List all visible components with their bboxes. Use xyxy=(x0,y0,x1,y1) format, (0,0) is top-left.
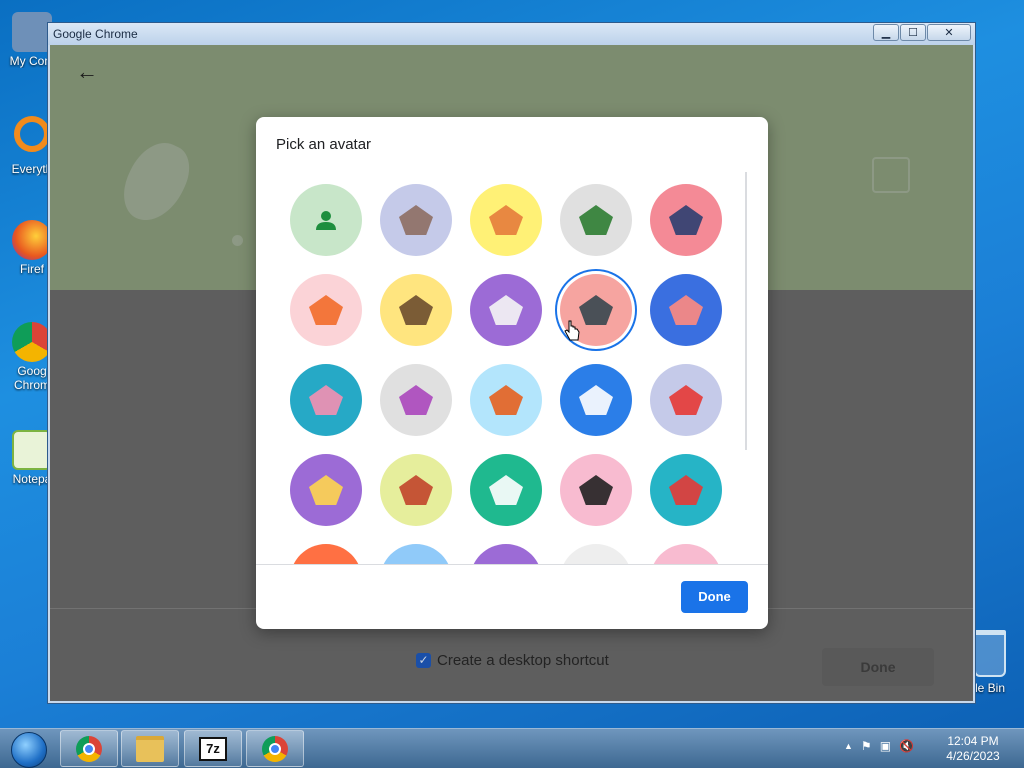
start-button[interactable] xyxy=(4,730,52,768)
origami-rabbit-icon xyxy=(309,385,343,415)
background-done-button: Done xyxy=(822,648,934,686)
dialog-scrollbar[interactable] xyxy=(745,172,747,450)
desktop-shortcut-option[interactable]: ✓ Create a desktop shortcut xyxy=(416,652,609,669)
avatar-origami-corgi[interactable] xyxy=(470,184,542,256)
back-arrow-icon[interactable]: ← xyxy=(76,59,98,85)
avatar-bird[interactable] xyxy=(650,364,722,436)
avatar-sushi[interactable] xyxy=(650,454,722,526)
avatar-origami-panda[interactable] xyxy=(470,274,542,346)
origami-dragon-icon xyxy=(579,205,613,235)
checkbox[interactable]: ✓ xyxy=(416,653,431,668)
window-title: Google Chrome xyxy=(53,27,138,41)
avatar-basketball[interactable] xyxy=(470,364,542,436)
system-tray: ▲ ⚑ ▣ 🔇 xyxy=(844,739,914,753)
dialog-divider xyxy=(256,564,768,565)
avatar-origami-monkey[interactable] xyxy=(380,274,452,346)
notepad-icon xyxy=(12,430,52,470)
avatar-partial-3[interactable] xyxy=(470,544,542,564)
avatar-origami-cat[interactable] xyxy=(380,184,452,256)
ramen-icon xyxy=(489,475,523,505)
close-button[interactable]: ✕ xyxy=(927,24,971,41)
avatar-grid xyxy=(290,184,722,564)
action-center-icon[interactable]: ⚑ xyxy=(861,739,872,753)
recycle-bin-icon xyxy=(974,630,1006,677)
taskbar: 7z ▲ ⚑ ▣ 🔇 12:04 PM 4/26/2023 xyxy=(0,728,1024,768)
done-button[interactable]: Done xyxy=(681,581,748,613)
hand-cursor-icon xyxy=(564,320,580,341)
origami-corgi-icon xyxy=(489,205,523,235)
clock-date: 4/26/2023 xyxy=(946,749,1000,763)
maximize-button[interactable]: ☐ xyxy=(900,24,926,41)
avatar-origami-butterfly[interactable] xyxy=(650,274,722,346)
origami-panda-icon xyxy=(489,295,523,325)
network-icon[interactable]: ▣ xyxy=(880,739,891,753)
bird-icon xyxy=(669,385,703,415)
avatar-sunglasses[interactable] xyxy=(560,454,632,526)
avatar-partial-2[interactable] xyxy=(380,544,452,564)
checkbox-label: Create a desktop shortcut xyxy=(437,652,609,669)
minimize-button[interactable]: ▁ xyxy=(873,24,899,41)
decorative-square xyxy=(872,157,910,193)
origami-monkey-icon xyxy=(399,295,433,325)
clock-time: 12:04 PM xyxy=(947,734,999,748)
sevenzip-icon: 7z xyxy=(199,736,227,761)
desktop-icon-label: Goog Chrom xyxy=(13,364,50,392)
taskbar-chrome-2[interactable] xyxy=(246,730,304,767)
avatar-cheese[interactable] xyxy=(290,454,362,526)
origami-elephant-icon xyxy=(669,205,703,235)
bicycle-icon xyxy=(579,385,613,415)
avatar-origami-fox[interactable] xyxy=(290,274,362,346)
avatar-origami-unicorn[interactable] xyxy=(380,364,452,436)
sushi-icon xyxy=(669,475,703,505)
origami-butterfly-icon xyxy=(669,295,703,325)
avatar-grid-scroll[interactable] xyxy=(256,172,768,564)
origami-fox-icon xyxy=(309,295,343,325)
windows-orb-icon xyxy=(11,732,47,768)
firefox-icon xyxy=(12,220,52,260)
football-icon xyxy=(399,475,433,505)
computer-icon xyxy=(12,12,52,52)
avatar-bicycle[interactable] xyxy=(560,364,632,436)
sunglasses-icon xyxy=(579,475,613,505)
avatar-origami-elephant[interactable] xyxy=(650,184,722,256)
clock[interactable]: 12:04 PM 4/26/2023 xyxy=(938,734,1008,764)
show-hidden-icons-icon[interactable]: ▲ xyxy=(844,739,853,753)
avatar-default-person[interactable] xyxy=(290,184,362,256)
decorative-dot xyxy=(232,235,243,246)
dialog-title: Pick an avatar xyxy=(276,136,372,153)
origami-penguin-icon xyxy=(579,295,613,325)
avatar-ramen[interactable] xyxy=(470,454,542,526)
taskbar-explorer[interactable] xyxy=(121,730,179,767)
chrome-icon xyxy=(12,322,52,362)
taskbar-7zip[interactable]: 7z xyxy=(184,730,242,767)
origami-cat-icon xyxy=(399,205,433,235)
avatar-picker-dialog: Pick an avatar Done xyxy=(256,117,768,629)
taskbar-chrome[interactable] xyxy=(60,730,118,767)
avatar-origami-rabbit[interactable] xyxy=(290,364,362,436)
window-controls: ▁ ☐ ✕ xyxy=(872,24,971,41)
avatar-football[interactable] xyxy=(380,454,452,526)
avatar-partial-5[interactable] xyxy=(650,544,722,564)
decorative-shape xyxy=(113,133,199,231)
origami-unicorn-icon xyxy=(399,385,433,415)
avatar-partial-1[interactable] xyxy=(290,544,362,564)
volume-muted-icon[interactable]: 🔇 xyxy=(899,739,914,753)
avatar-origami-dragon[interactable] xyxy=(560,184,632,256)
chrome-icon xyxy=(262,735,288,762)
everything-icon xyxy=(14,116,50,152)
chrome-icon xyxy=(76,735,102,762)
avatar-partial-4[interactable] xyxy=(560,544,632,564)
cheese-icon xyxy=(309,475,343,505)
window-titlebar[interactable]: Google Chrome ▁ ☐ ✕ xyxy=(48,23,975,45)
folder-icon xyxy=(136,735,164,762)
default-person-icon xyxy=(315,209,337,231)
basketball-icon xyxy=(489,385,523,415)
